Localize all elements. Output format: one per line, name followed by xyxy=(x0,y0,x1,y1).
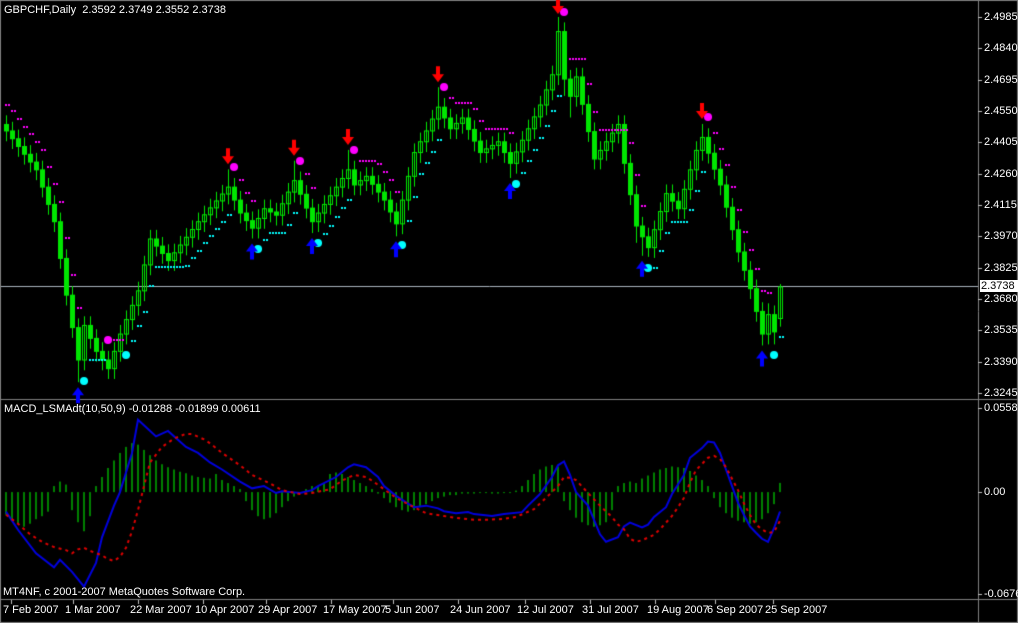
copyright-text: MT4NF, c 2001-2007 MetaQuotes Software C… xyxy=(3,586,245,598)
current-price-box: 2.3738 xyxy=(980,280,1018,292)
chart-title: GBPCHF,Daily 2.3592 2.3749 2.3552 2.3738 xyxy=(4,4,226,16)
chart-canvas[interactable] xyxy=(0,0,1018,623)
indicator-label: MACD_LSMAdt(10,50,9) -0.01288 -0.01899 0… xyxy=(4,403,261,415)
mt4-chart-window: GBPCHF,Daily 2.3592 2.3749 2.3552 2.3738… xyxy=(0,0,1018,623)
